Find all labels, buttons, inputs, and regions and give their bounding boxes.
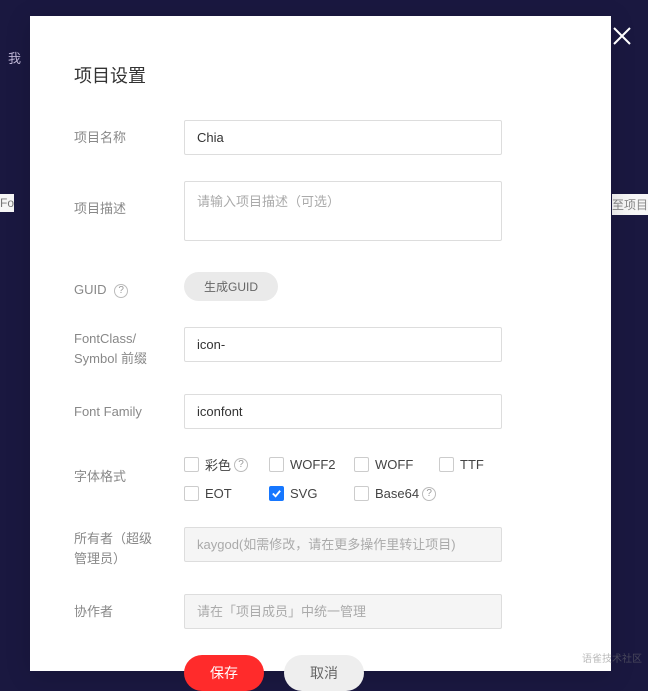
- row-owner: 所有者（超级 管理员）: [74, 527, 567, 568]
- row-project-desc: 项目描述: [74, 181, 567, 246]
- checkbox-woff2[interactable]: WOFF2: [269, 455, 354, 474]
- checkbox-svg[interactable]: SVG: [269, 486, 354, 501]
- checkbox-color[interactable]: 彩色 ?: [184, 455, 269, 474]
- label-project-desc: 项目描述: [74, 181, 184, 219]
- modal-footer: 保存 取消: [184, 655, 567, 691]
- owner-input: [184, 527, 502, 562]
- project-desc-input[interactable]: [184, 181, 502, 241]
- help-icon[interactable]: ?: [234, 458, 248, 472]
- checkbox-eot[interactable]: EOT: [184, 486, 269, 501]
- collab-input: [184, 594, 502, 629]
- prefix-input[interactable]: [184, 327, 502, 362]
- label-font-family: Font Family: [74, 394, 184, 422]
- checkbox-ttf[interactable]: TTF: [439, 455, 499, 474]
- bg-left-text: Fo: [0, 194, 14, 212]
- row-guid: GUID ? 生成GUID: [74, 272, 567, 301]
- modal-title: 项目设置: [74, 62, 567, 88]
- row-font-family: Font Family: [74, 394, 567, 429]
- label-project-name: 项目名称: [74, 120, 184, 148]
- save-button[interactable]: 保存: [184, 655, 264, 691]
- generate-guid-button[interactable]: 生成GUID: [184, 272, 278, 301]
- close-icon[interactable]: [610, 24, 634, 53]
- bg-right-text: 至项目: [612, 194, 648, 215]
- row-prefix: FontClass/ Symbol 前缀: [74, 327, 567, 368]
- row-collab: 协作者: [74, 594, 567, 629]
- checkbox-base64[interactable]: Base64 ?: [354, 486, 464, 501]
- row-font-format: 字体格式 彩色 ? WOFF2 WOFF TTF EOT: [74, 455, 567, 501]
- backdrop-text: 我: [8, 48, 21, 67]
- cancel-button[interactable]: 取消: [284, 655, 364, 691]
- font-family-input[interactable]: [184, 394, 502, 429]
- help-icon[interactable]: ?: [422, 487, 436, 501]
- format-checkbox-group: 彩色 ? WOFF2 WOFF TTF EOT SVG: [184, 455, 524, 501]
- row-project-name: 项目名称: [74, 120, 567, 155]
- checkbox-woff[interactable]: WOFF: [354, 455, 439, 474]
- project-settings-modal: 项目设置 项目名称 项目描述 GUID ? 生成GUID FontClass/ …: [30, 16, 611, 671]
- label-guid: GUID ?: [74, 272, 184, 300]
- label-owner: 所有者（超级 管理员）: [74, 527, 184, 568]
- watermark: 语雀技术社区: [582, 650, 642, 665]
- label-prefix: FontClass/ Symbol 前缀: [74, 327, 184, 368]
- help-icon[interactable]: ?: [114, 284, 128, 298]
- project-name-input[interactable]: [184, 120, 502, 155]
- label-font-format: 字体格式: [74, 455, 184, 487]
- label-collab: 协作者: [74, 594, 184, 622]
